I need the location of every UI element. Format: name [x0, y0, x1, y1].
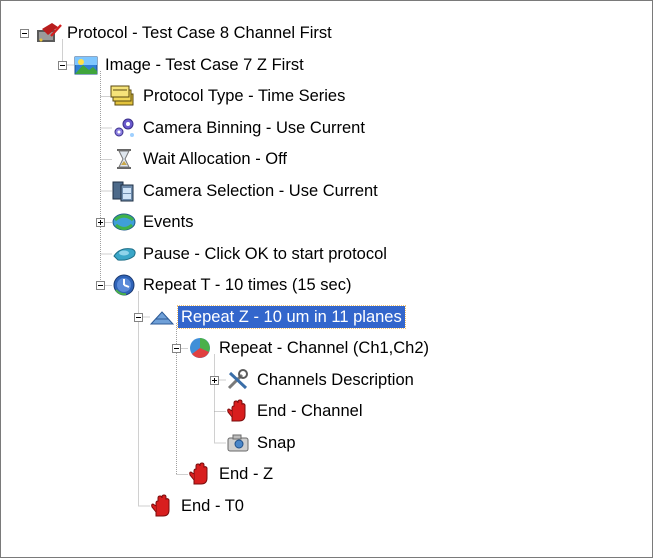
collapse-icon[interactable] [58, 60, 67, 70]
tree-item-protocol-type[interactable]: Protocol Type - Time Series [110, 84, 348, 108]
hourglass-icon [110, 147, 138, 171]
tree-item-end-channel[interactable]: End - Channel [224, 399, 366, 423]
tree-item-pause[interactable]: Pause - Click OK to start protocol [110, 242, 390, 266]
camera-snap-icon [224, 431, 252, 455]
tree-item-label: Camera Binning - Use Current [143, 118, 365, 137]
tree-item-label: Protocol Type - Time Series [143, 87, 346, 105]
tree-item-label: Events [143, 213, 194, 231]
tree-item-label: Camera Selection - Use Current [143, 181, 378, 200]
pause-icon [110, 242, 138, 266]
tree-item-label: Repeat T - 10 times (15 sec) [143, 276, 352, 294]
tree-item-camera-binning[interactable]: Camera Binning - Use Current [110, 116, 368, 140]
protocol-icon [34, 21, 62, 45]
stop-hand-icon [186, 462, 214, 486]
tree-item-camera-selection[interactable]: Camera Selection - Use Current [110, 179, 381, 203]
tree-item-label: End - T0 [181, 496, 244, 515]
tree-item-events[interactable]: Events [110, 210, 196, 234]
tree-item-channels-description[interactable]: Channels Description [224, 368, 417, 392]
z-stack-icon [148, 305, 176, 329]
tree-item-repeat-channel[interactable]: Repeat - Channel (Ch1,Ch2) [186, 336, 432, 360]
tree-item-label: Protocol - Test Case 8 Channel First [67, 24, 332, 42]
tree-item-wait-allocation[interactable]: Wait Allocation - Off [110, 147, 290, 171]
tree-item-label: Pause - Click OK to start protocol [143, 244, 387, 263]
channel-icon [186, 336, 214, 360]
stop-hand-icon [224, 399, 252, 423]
collapse-icon[interactable] [134, 312, 143, 322]
expand-icon[interactable] [96, 218, 105, 227]
tree-item-end-z[interactable]: End - Z [186, 462, 276, 486]
tree-item-label: Channels Description [257, 370, 414, 389]
protocol-type-icon [110, 84, 138, 108]
clock-icon [110, 273, 138, 297]
protocol-tree[interactable]: Protocol - Test Case 8 Channel First Ima… [0, 0, 653, 558]
tree-item-image[interactable]: Image - Test Case 7 Z First [72, 53, 307, 77]
tree-item-protocol[interactable]: Protocol - Test Case 8 Channel First [34, 21, 335, 45]
tree-item-repeat-z[interactable]: Repeat Z - 10 um in 11 planes [148, 304, 406, 329]
collapse-icon[interactable] [172, 344, 181, 353]
tree-item-label: Wait Allocation - Off [143, 150, 287, 168]
tree-item-label: Repeat Z - 10 um in 11 planes [177, 304, 406, 329]
tree-item-label: Image - Test Case 7 Z First [105, 55, 304, 74]
collapse-icon[interactable] [96, 281, 105, 290]
tree-item-snap[interactable]: Snap [224, 431, 299, 455]
tree-item-repeat-t[interactable]: Repeat T - 10 times (15 sec) [110, 273, 354, 297]
tools-icon [224, 368, 252, 392]
camera-binning-icon [110, 116, 138, 140]
expand-icon[interactable] [210, 375, 219, 385]
tree-item-label: End - Channel [257, 402, 363, 420]
stop-hand-icon [148, 493, 176, 518]
camera-selection-icon [110, 179, 138, 203]
collapse-icon[interactable] [20, 29, 29, 38]
image-icon [72, 53, 100, 77]
tree-item-end-t0[interactable]: End - T0 [148, 493, 247, 518]
events-icon [110, 210, 138, 234]
tree-item-label: Snap [257, 433, 296, 452]
tree-item-label: End - Z [219, 465, 274, 483]
tree-item-label: Repeat - Channel (Ch1,Ch2) [219, 339, 430, 357]
